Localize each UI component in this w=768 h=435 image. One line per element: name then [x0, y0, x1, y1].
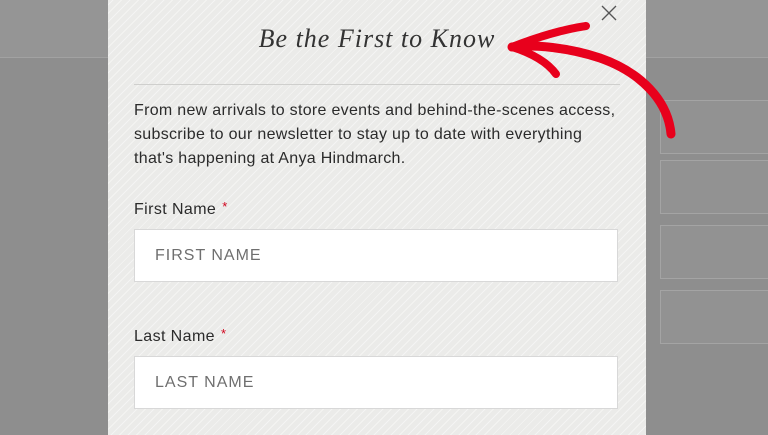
background-block [660, 160, 768, 214]
close-button[interactable] [598, 2, 620, 24]
close-icon [601, 5, 617, 21]
first-name-label-text: First Name [134, 201, 217, 218]
last-name-input[interactable] [134, 356, 618, 409]
background-block [660, 100, 768, 154]
background-block [660, 225, 768, 279]
required-marker: * [222, 199, 228, 214]
first-name-label: First Name * [134, 199, 228, 219]
modal-description: From new arrivals to store events and be… [134, 102, 616, 167]
last-name-label: Last Name * [134, 326, 226, 346]
modal-title: Be the First to Know [258, 24, 496, 53]
title-divider [134, 84, 620, 85]
last-name-label-text: Last Name [134, 328, 215, 345]
first-name-input[interactable] [134, 229, 618, 282]
background-block [660, 290, 768, 344]
required-marker: * [220, 326, 227, 341]
